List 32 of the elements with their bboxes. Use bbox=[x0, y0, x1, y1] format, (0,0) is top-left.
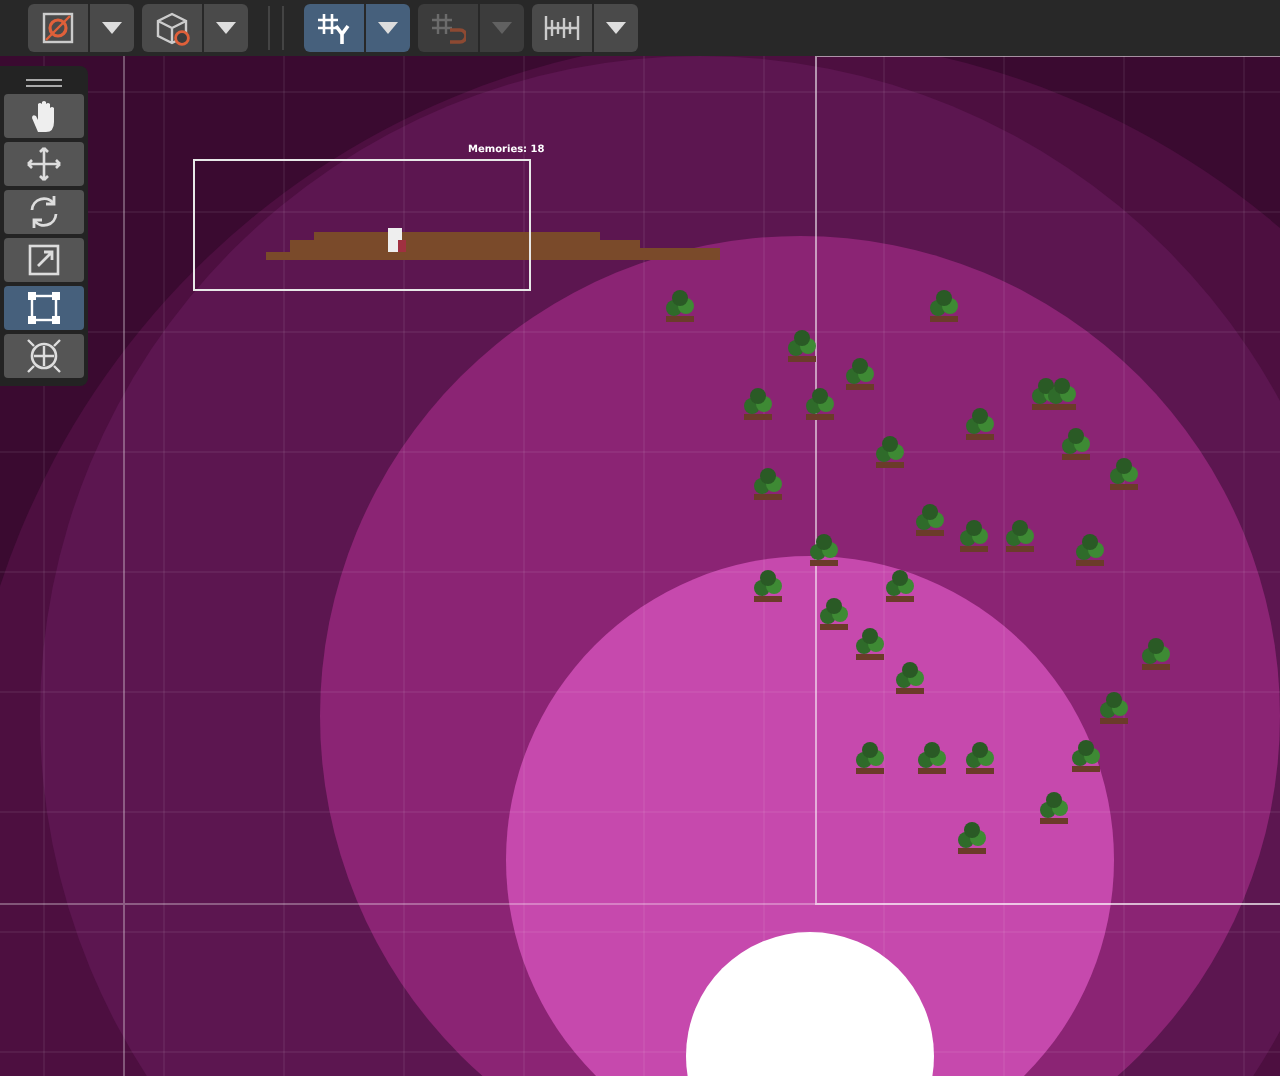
dropdown-button[interactable] bbox=[204, 4, 248, 52]
gizmo-icon bbox=[40, 10, 76, 46]
rect-tool-tool-button[interactable] bbox=[4, 286, 84, 330]
dropdown-button[interactable] bbox=[90, 4, 134, 52]
caret-icon bbox=[606, 22, 626, 34]
ruler-button[interactable] bbox=[532, 4, 592, 52]
grid-snap-button[interactable] bbox=[304, 4, 364, 52]
rotate-tool-button[interactable] bbox=[4, 190, 84, 234]
move-tool-button[interactable] bbox=[4, 142, 84, 186]
toolbar-divider bbox=[268, 6, 284, 50]
transform-tool-button[interactable] bbox=[4, 334, 84, 378]
caret-icon bbox=[492, 22, 512, 34]
caret-icon bbox=[216, 22, 236, 34]
ruler-icon bbox=[544, 10, 580, 46]
drag-handle-icon[interactable] bbox=[26, 77, 62, 87]
scale-icon bbox=[26, 242, 62, 278]
hand-tool-button[interactable] bbox=[4, 94, 84, 138]
transform-icon bbox=[26, 338, 62, 374]
scale-tool-button[interactable] bbox=[4, 238, 84, 282]
cube-button[interactable] bbox=[142, 4, 202, 52]
caret-icon bbox=[378, 22, 398, 34]
move-icon bbox=[26, 146, 62, 182]
dropdown-button[interactable] bbox=[594, 4, 638, 52]
dropdown-button[interactable] bbox=[366, 4, 410, 52]
rect-tool-icon bbox=[26, 290, 62, 326]
character-sprite bbox=[388, 228, 406, 252]
grid-snap-icon bbox=[316, 10, 352, 46]
magnet-grid-icon bbox=[430, 10, 466, 46]
caret-icon bbox=[102, 22, 122, 34]
cube-icon bbox=[154, 10, 190, 46]
rotate-icon bbox=[26, 194, 62, 230]
gizmo-button[interactable] bbox=[28, 4, 88, 52]
